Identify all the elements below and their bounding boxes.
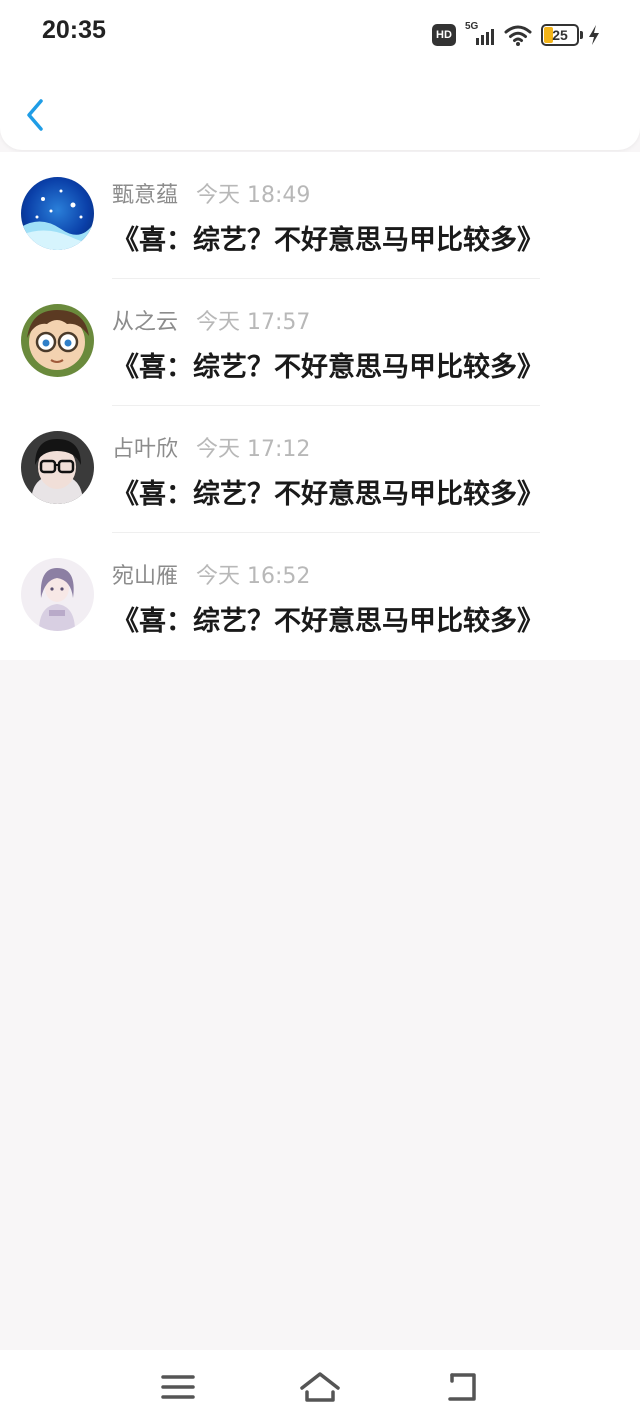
anime-glasses-avatar-icon [21, 304, 94, 377]
list-item[interactable]: 宛山雁 今天 16:52 《喜：综艺？不好意思马甲比较多》 [0, 533, 640, 660]
status-bar: 20:35 HD 5G 25 [0, 0, 640, 70]
list-item[interactable]: 占叶欣 今天 17:12 《喜：综艺？不好意思马甲比较多》 [0, 406, 640, 533]
message-meta: 占叶欣 今天 17:12 [112, 431, 310, 463]
list-item[interactable]: 从之云 今天 17:57 《喜：综艺？不好意思马甲比较多》 [0, 279, 640, 406]
sender-name: 占叶欣 [112, 437, 179, 462]
message-list: 甄意蕴 今天 18:49 《喜：综艺？不好意思马甲比较多》 从之云 今天 17:… [0, 152, 640, 660]
message-title: 《喜：综艺？不好意思马甲比较多》 [112, 352, 544, 383]
avatar[interactable] [21, 431, 94, 504]
hd-icon: HD [432, 24, 456, 46]
system-nav-bar [0, 1350, 640, 1425]
sender-name: 从之云 [112, 310, 179, 335]
header-bar: 20:35 HD 5G 25 [0, 0, 640, 150]
message-time: 今天 17:12 [196, 437, 311, 462]
message-meta: 从之云 今天 17:57 [112, 304, 310, 336]
message-time: 今天 16:52 [196, 564, 311, 589]
message-title: 《喜：综艺？不好意思马甲比较多》 [112, 606, 544, 637]
sender-name: 甄意蕴 [112, 183, 179, 208]
nav-back-button[interactable] [440, 1366, 484, 1408]
message-title: 《喜：综艺？不好意思马甲比较多》 [112, 479, 544, 510]
anime-girl-avatar-icon [21, 558, 94, 631]
message-meta: 宛山雁 今天 16:52 [112, 558, 310, 590]
back-button[interactable] [18, 94, 52, 136]
battery-level: 25 [552, 27, 568, 43]
message-time: 今天 18:49 [196, 183, 311, 208]
menu-button[interactable] [156, 1366, 200, 1408]
snowflake-avatar-icon [21, 177, 94, 250]
signal-5g-icon: 5G [465, 21, 495, 47]
message-meta: 甄意蕴 今天 18:49 [112, 177, 310, 209]
battery-icon: 25 [541, 24, 583, 46]
charging-bolt-icon [588, 24, 600, 46]
message-time: 今天 17:57 [196, 310, 311, 335]
wifi-icon [504, 23, 532, 47]
avatar[interactable] [21, 177, 94, 250]
avatar[interactable] [21, 558, 94, 631]
home-button[interactable] [298, 1366, 342, 1408]
sender-name: 宛山雁 [112, 564, 179, 589]
menu-icon [161, 1375, 195, 1399]
status-icons: HD 5G 25 [432, 20, 600, 50]
home-icon [300, 1372, 340, 1402]
message-title: 《喜：综艺？不好意思马甲比较多》 [112, 225, 544, 256]
person-glasses-avatar-icon [21, 431, 94, 504]
avatar[interactable] [21, 304, 94, 377]
chevron-left-icon [27, 99, 43, 131]
back-icon [448, 1373, 476, 1401]
list-item[interactable]: 甄意蕴 今天 18:49 《喜：综艺？不好意思马甲比较多》 [0, 152, 640, 279]
status-time: 20:35 [42, 16, 106, 44]
